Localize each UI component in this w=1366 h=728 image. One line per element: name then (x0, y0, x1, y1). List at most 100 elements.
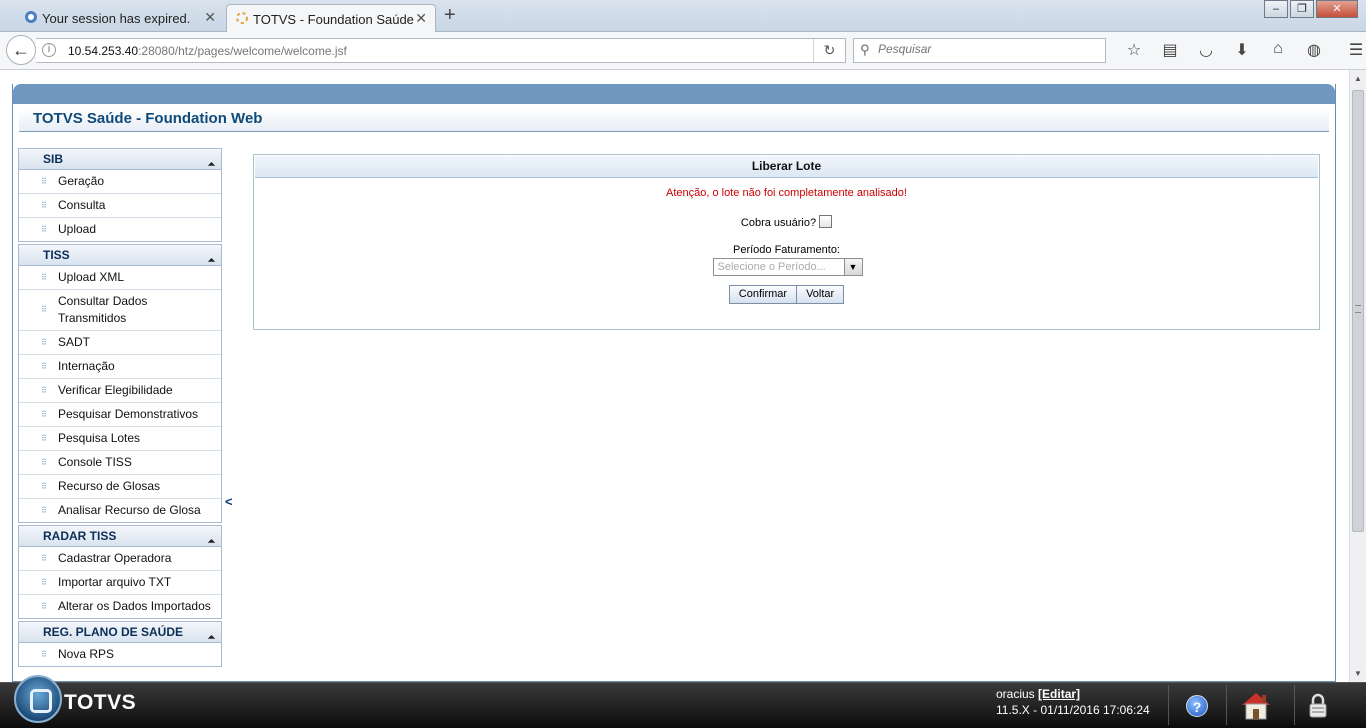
bullet-icon: ⠿ (41, 601, 47, 611)
sidebar-item-recurso-glosas[interactable]: ⠿ Recurso de Glosas (19, 475, 221, 499)
section-radar-tiss-body: ⠿ Cadastrar Operadora ⠿ Importar arquivo T… (18, 547, 222, 619)
globe-icon[interactable]: ◍ (1296, 40, 1332, 60)
panel-buttons: Confirmar Voltar (254, 285, 1319, 304)
cobra-usuario-checkbox[interactable] (819, 215, 833, 228)
periodo-select[interactable]: Selecione o Período... ▼ (712, 258, 863, 276)
bullet-icon: ⠿ (41, 385, 47, 395)
top-band (13, 84, 1335, 104)
section-title: SIB (43, 152, 64, 166)
section-radar-tiss-header[interactable]: RADAR TISS ⏶ (18, 525, 222, 547)
bullet-icon: ⠿ (41, 200, 47, 210)
section-reg-plano-header[interactable]: REG. PLANO DE SAÚDE ⏶ (18, 621, 222, 643)
back-button[interactable]: ← (6, 35, 36, 65)
version-info: 11.5.X - 01/11/2016 17:06:24 (996, 703, 1150, 717)
url-text[interactable]: 10.54.253.40:28080/htz/pages/welcome/wel… (68, 44, 347, 58)
reload-icon[interactable]: ↻ (813, 39, 845, 62)
scroll-thumb[interactable] (1352, 90, 1364, 532)
toolbar-icons: ☆ ▤ ◡ ⬇ ⌂ ◍ ☰ (1116, 40, 1366, 60)
tab-session-expired[interactable]: Your session has expired. ✕ (16, 4, 224, 32)
user-name: oracius (996, 687, 1035, 701)
menu-icon[interactable]: ☰ (1338, 40, 1366, 60)
section-tiss-header[interactable]: TISS ⏶ (18, 244, 222, 266)
edit-link[interactable]: [Editar] (1038, 687, 1080, 701)
bullet-icon: ⠿ (41, 272, 47, 282)
close-window-button[interactable]: ✕ (1316, 0, 1358, 18)
sidebar-item-analisar-recurso[interactable]: ⠿ Analisar Recurso de Glosa (19, 499, 221, 522)
periodo-placeholder: Selecione o Período... (717, 261, 826, 273)
loading-spinner-icon (236, 12, 248, 24)
sidebar-item-sadt[interactable]: ⠿ SADT (19, 331, 221, 355)
bullet-icon: ⠿ (41, 433, 47, 443)
new-tab-button[interactable]: + (444, 4, 456, 27)
sidebar-item-consulta[interactable]: ⠿ Consulta (19, 194, 221, 218)
bullet-icon: ⠿ (41, 457, 47, 467)
lock-icon[interactable] (1308, 692, 1328, 718)
sidebar-item-console-tiss[interactable]: ⠿ Console TISS (19, 451, 221, 475)
section-title: TISS (43, 248, 70, 262)
bullet-icon: ⠿ (41, 481, 47, 491)
tab-title: Your session has expired. (42, 10, 191, 26)
search-bar[interactable]: ⚲ (853, 38, 1106, 63)
dropdown-arrow-icon[interactable]: ▼ (843, 259, 862, 275)
close-tab-icon[interactable]: ✕ (415, 10, 427, 27)
sidebar-item-importar-txt[interactable]: ⠿ Importar arquivo TXT (19, 571, 221, 595)
sidebar-item-internacao[interactable]: ⠿ Internação (19, 355, 221, 379)
window-controls: – ❐ ✕ (1262, 0, 1358, 18)
section-sib-header[interactable]: SIB ⏶ (18, 148, 222, 170)
reading-list-icon[interactable]: ▤ (1152, 40, 1188, 60)
scroll-down-icon[interactable]: ▼ (1350, 665, 1366, 682)
user-info: oracius [Editar] (996, 686, 1080, 702)
sidebar-item-geracao[interactable]: ⠿ Geração (19, 170, 221, 194)
cobra-usuario-label: Cobra usuário? (740, 217, 817, 229)
divider (1226, 685, 1227, 725)
home-icon[interactable]: ⌂ (1260, 40, 1296, 60)
tab-totvs-foundation[interactable]: TOTVS - Foundation Saúde ✕ (226, 4, 436, 33)
bookmark-star-icon[interactable]: ☆ (1116, 40, 1152, 60)
sidebar-item-cadastrar-operadora[interactable]: ⠿ Cadastrar Operadora (19, 547, 221, 571)
bullet-icon: ⠿ (41, 553, 47, 563)
voltar-button[interactable]: Voltar (797, 285, 845, 304)
section-title: RADAR TISS (43, 529, 117, 543)
bullet-icon: ⠿ (41, 505, 47, 515)
app-title: TOTVS Saúde - Foundation Web (19, 108, 1329, 132)
sidebar-item-upload-xml[interactable]: ⠿ Upload XML (19, 266, 221, 290)
section-sib-body: ⠿ Geração ⠿ Consulta ⠿ Upload (18, 170, 222, 242)
bullet-icon: ⠿ (41, 577, 47, 587)
browser-tab-bar: Your session has expired. ✕ TOTVS - Foun… (0, 0, 1366, 33)
bullet-icon: ⠿ (41, 361, 47, 371)
divider (1294, 685, 1295, 725)
minimize-button[interactable]: – (1264, 0, 1288, 18)
vertical-scrollbar[interactable]: ▲ ▼ (1349, 70, 1366, 682)
liberar-lote-panel: Liberar Lote Atenção, o lote não foi com… (253, 154, 1320, 330)
search-input[interactable] (878, 42, 1098, 56)
bullet-icon: ⠿ (41, 305, 47, 314)
download-icon[interactable]: ⬇ (1224, 40, 1260, 60)
sidebar: SIB ⏶ ⠿ Geração ⠿ Consulta ⠿ Upload TISS ⏶ … (18, 146, 222, 667)
close-tab-icon[interactable]: ✕ (204, 9, 216, 26)
search-icon: ⚲ (860, 42, 870, 57)
sidebar-item-nova-rps[interactable]: ⠿ Nova RPS (19, 643, 221, 666)
totvs-taskbar: TOTVS oracius [Editar] 11.5.X - 01/11/20… (0, 675, 1366, 728)
url-bar[interactable]: i 10.54.253.40:28080/htz/pages/welcome/w… (36, 38, 846, 63)
sidebar-item-consultar-dados[interactable]: ⠿ Consultar Dados Transmitidos (19, 290, 221, 331)
sidebar-item-pesquisa-lotes[interactable]: ⠿ Pesquisa Lotes (19, 427, 221, 451)
sidebar-item-verificar-elegibilidade[interactable]: ⠿ Verificar Elegibilidade (19, 379, 221, 403)
totvs-logo-icon[interactable] (14, 675, 62, 723)
confirmar-button[interactable]: Confirmar (728, 285, 798, 304)
maximize-button[interactable]: ❐ (1290, 0, 1314, 18)
bullet-icon: ⠿ (41, 649, 47, 659)
info-icon[interactable]: i (42, 43, 56, 57)
sidebar-item-pesquisar-demonstrativos[interactable]: ⠿ Pesquisar Demonstrativos (19, 403, 221, 427)
scroll-up-icon[interactable]: ▲ (1350, 70, 1366, 87)
bullet-icon: ⠿ (41, 409, 47, 419)
section-reg-plano-body: ⠿ Nova RPS (18, 643, 222, 667)
sidebar-item-upload[interactable]: ⠿ Upload (19, 218, 221, 241)
app-page: TOTVS Saúde - Foundation Web SIB ⏶ ⠿ Gera… (12, 84, 1336, 682)
sidebar-item-alterar-dados[interactable]: ⠿ Alterar os Dados Importados (19, 595, 221, 618)
home-icon[interactable] (1238, 689, 1274, 721)
pocket-icon[interactable]: ◡ (1188, 40, 1224, 60)
collapse-sidebar-button[interactable]: < (225, 494, 233, 509)
help-icon[interactable]: ? (1186, 695, 1208, 717)
section-title: REG. PLANO DE SAÚDE (43, 625, 184, 639)
panel-title: Liberar Lote (255, 156, 1318, 178)
